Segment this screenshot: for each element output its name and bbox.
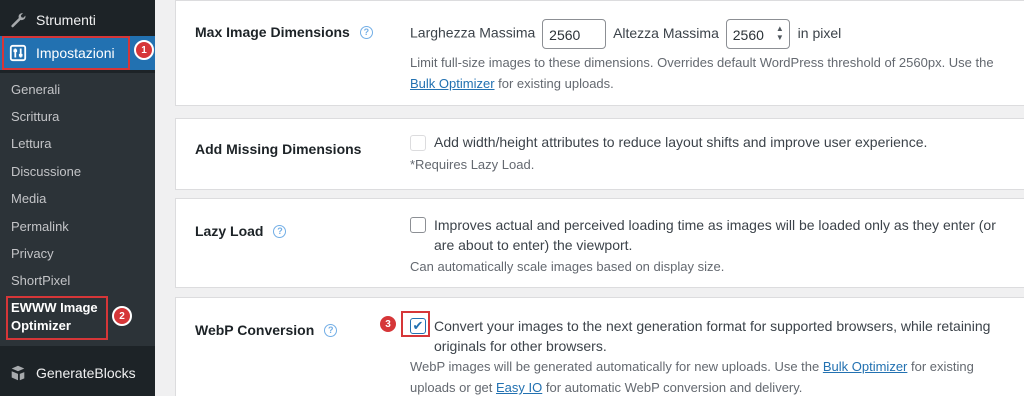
lazy-load-label: Improves actual and perceived loading ti… bbox=[434, 217, 996, 253]
setting-max-dimensions: Max Image Dimensions ? Larghezza Massima… bbox=[175, 0, 1024, 106]
width-input[interactable]: 2560 bbox=[542, 19, 607, 49]
bulk-optimizer-link[interactable]: Bulk Optimizer bbox=[410, 76, 495, 91]
max-dimensions-description: Limit full-size images to these dimensio… bbox=[410, 55, 994, 91]
step-badge-3: 3 bbox=[378, 314, 398, 334]
webp-title: WebP Conversion ? bbox=[195, 322, 338, 338]
max-dimensions-title: Max Image Dimensions ? bbox=[195, 24, 373, 40]
highlight-settings bbox=[2, 36, 130, 70]
menu-generateblocks-label: GenerateBlocks bbox=[36, 365, 136, 381]
step-badge-1: 1 bbox=[134, 40, 154, 60]
step-badge-2: 2 bbox=[112, 306, 132, 326]
wrench-icon bbox=[0, 11, 36, 29]
setting-lazy-load: Lazy Load ? Improves actual and perceive… bbox=[175, 198, 1024, 288]
submenu-media[interactable]: Media bbox=[11, 191, 46, 206]
help-icon[interactable]: ? bbox=[324, 323, 338, 337]
width-label: Larghezza Massima bbox=[410, 24, 536, 41]
missing-dimensions-note: *Requires Lazy Load. bbox=[410, 157, 535, 172]
help-icon[interactable]: ? bbox=[273, 224, 287, 238]
missing-dimensions-checkbox[interactable] bbox=[410, 135, 426, 151]
bulk-optimizer-link[interactable]: Bulk Optimizer bbox=[823, 359, 908, 374]
submenu-lettura[interactable]: Lettura bbox=[11, 136, 51, 151]
submenu-shortpixel[interactable]: ShortPixel bbox=[11, 273, 70, 288]
highlight-webp-checkbox bbox=[401, 311, 430, 337]
setting-missing-dimensions: Add Missing Dimensions Add width/height … bbox=[175, 118, 1024, 190]
submenu-privacy[interactable]: Privacy bbox=[11, 246, 54, 261]
help-icon[interactable]: ? bbox=[359, 25, 373, 39]
menu-tools-label: Strumenti bbox=[36, 12, 96, 28]
submenu-scrittura[interactable]: Scrittura bbox=[11, 109, 59, 124]
lazy-load-description: Can automatically scale images based on … bbox=[410, 259, 725, 274]
submenu-discussione[interactable]: Discussione bbox=[11, 164, 81, 179]
lazy-load-title: Lazy Load ? bbox=[195, 223, 287, 239]
submenu-permalink[interactable]: Permalink bbox=[11, 219, 69, 234]
unit-label: in pixel bbox=[797, 24, 842, 41]
generateblocks-icon bbox=[0, 364, 36, 382]
missing-dimensions-label: Add width/height attributes to reduce la… bbox=[434, 134, 928, 150]
menu-tools[interactable]: Strumenti bbox=[0, 3, 155, 37]
max-dimensions-fields: Larghezza Massima 2560 Altezza Massima 2… bbox=[410, 19, 841, 49]
easy-io-link[interactable]: Easy IO bbox=[496, 380, 542, 395]
lazy-load-checkbox[interactable] bbox=[410, 217, 426, 233]
webp-description: WebP images will be generated automatica… bbox=[410, 359, 974, 395]
highlight-ewww bbox=[6, 296, 108, 340]
missing-dimensions-title: Add Missing Dimensions bbox=[195, 141, 362, 157]
setting-webp: WebP Conversion ? ✔ Convert your images … bbox=[175, 297, 1024, 396]
menu-generateblocks[interactable]: GenerateBlocks bbox=[0, 356, 155, 390]
height-label: Altezza Massima bbox=[613, 24, 719, 41]
stepper-arrows-icon[interactable]: ▲ ▼ bbox=[776, 24, 784, 42]
height-input[interactable]: 2560 ▲ ▼ bbox=[725, 19, 790, 49]
webp-label: Convert your images to the next generati… bbox=[434, 318, 991, 354]
submenu-generali[interactable]: Generali bbox=[11, 82, 60, 97]
